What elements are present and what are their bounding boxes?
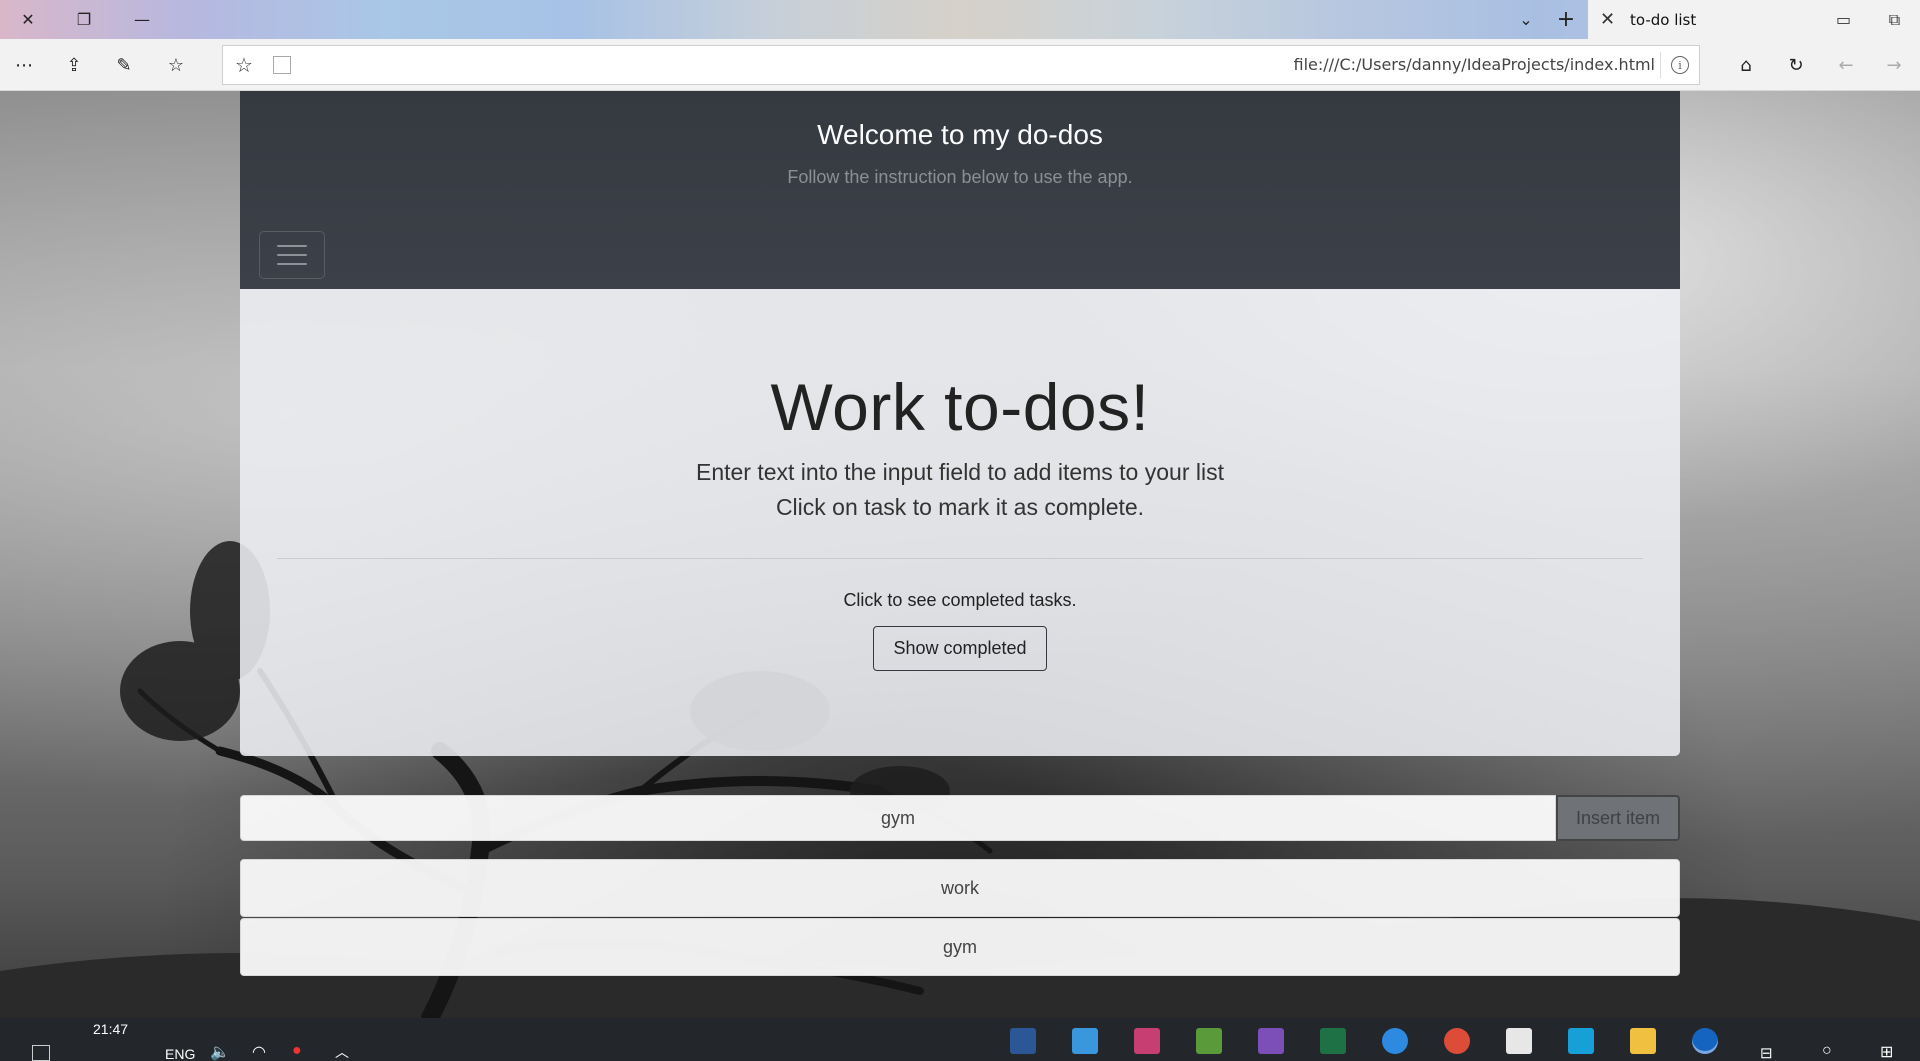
browser-toolbar: ⋯ ⇪ ✎ ☆ ☆ file:///C:/Users/danny/IdeaPro…: [0, 39, 1920, 91]
instruction-line-1: Enter text into the input field to add i…: [695, 459, 1224, 485]
store-icon[interactable]: [1506, 1028, 1532, 1054]
list-item[interactable]: work: [240, 859, 1680, 917]
wifi-icon[interactable]: ◠: [252, 1042, 266, 1061]
input-group: Insert item: [240, 795, 1680, 841]
restore-window-icon[interactable]: ❐: [58, 0, 110, 39]
more-options-icon[interactable]: ⋯: [8, 49, 40, 81]
reading-view-icon[interactable]: [273, 56, 291, 74]
browser-tab-strip: ✕ ❐ — ⌄ + ✕ to-do list ▭ ⧉: [0, 0, 1920, 39]
desktop-icon[interactable]: [32, 1045, 50, 1061]
tab-title: to-do list: [1630, 10, 1697, 29]
language-indicator[interactable]: ENG: [165, 1046, 195, 1061]
intellij-icon[interactable]: [1134, 1028, 1160, 1054]
list-item[interactable]: gym: [240, 918, 1680, 976]
site-info-icon[interactable]: i: [1671, 56, 1689, 74]
hamburger-line: [277, 245, 307, 247]
word-icon[interactable]: [1010, 1028, 1036, 1054]
address-separator: [1660, 52, 1661, 78]
lync-icon[interactable]: [1568, 1028, 1594, 1054]
header-panel: Welcome to my do-dos Follow the instruct…: [240, 91, 1680, 289]
back-arrow-icon[interactable]: ←: [1830, 49, 1862, 81]
insert-item-button[interactable]: Insert item: [1556, 795, 1680, 841]
show-hidden-icons-icon[interactable]: ︿: [335, 1042, 349, 1061]
windows-taskbar: 21:47 ENG 🔈 ◠ ● ︿ ⊟ ○ ⊞: [0, 1018, 1920, 1061]
url-text[interactable]: file:///C:/Users/danny/IdeaProjects/inde…: [1294, 46, 1655, 84]
close-tab-icon[interactable]: ✕: [1600, 9, 1630, 30]
nodejs-icon[interactable]: [1196, 1028, 1222, 1054]
vscode-icon[interactable]: [1072, 1028, 1098, 1054]
search-icon[interactable]: ○: [1822, 1042, 1832, 1060]
favorites-hub-icon[interactable]: ☆: [160, 49, 192, 81]
page-viewport: Welcome to my do-dos Follow the instruct…: [0, 91, 1920, 1018]
visual-studio-icon[interactable]: [1258, 1028, 1284, 1054]
battery-alert-icon[interactable]: ●: [292, 1042, 302, 1060]
tab-actions: ▭ ⧉: [1818, 0, 1920, 39]
clock-time[interactable]: 21:47: [93, 1021, 128, 1037]
jumbotron: Work to-dos! Enter text into the input f…: [240, 289, 1680, 756]
set-tabs-aside-icon[interactable]: ⧉: [1869, 0, 1920, 39]
tab-preview-icon[interactable]: ▭: [1818, 0, 1869, 39]
item-input[interactable]: [240, 795, 1556, 841]
start-windows-icon[interactable]: ⊞: [1880, 1042, 1893, 1061]
close-window-icon[interactable]: ✕: [2, 0, 54, 39]
divider: [277, 558, 1643, 559]
minimize-window-icon[interactable]: —: [116, 0, 168, 39]
instruction-line-2: Click on task to mark it as complete.: [775, 494, 1145, 520]
header-title: Welcome to my do-dos: [817, 119, 1103, 150]
share-icon[interactable]: ⇪: [58, 49, 90, 81]
hamburger-line: [277, 263, 307, 265]
internet-explorer-icon[interactable]: [1382, 1028, 1408, 1054]
show-completed-button[interactable]: Show completed: [873, 626, 1047, 671]
todo-list: work gym: [240, 859, 1680, 977]
add-favorite-star-icon[interactable]: ☆: [235, 53, 253, 77]
volume-icon[interactable]: 🔈: [210, 1042, 230, 1061]
edge-icon[interactable]: [1692, 1028, 1718, 1054]
navbar-toggle-button[interactable]: [259, 231, 325, 279]
address-bar[interactable]: ☆ file:///C:/Users/danny/IdeaProjects/in…: [222, 45, 1700, 85]
forward-arrow-icon[interactable]: →: [1878, 49, 1910, 81]
excel-icon[interactable]: [1320, 1028, 1346, 1054]
page-title: Work to-dos!: [770, 370, 1150, 444]
completed-note: Click to see completed tasks.: [843, 590, 1077, 610]
hamburger-line: [277, 254, 307, 256]
notes-pen-icon[interactable]: ✎: [108, 49, 140, 81]
home-icon[interactable]: ⌂: [1730, 49, 1762, 81]
file-explorer-icon[interactable]: [1630, 1028, 1656, 1054]
refresh-icon[interactable]: ↻: [1780, 49, 1812, 81]
new-tab-icon[interactable]: +: [1540, 0, 1592, 39]
tab-todo-list[interactable]: ✕ to-do list: [1588, 0, 1818, 39]
task-view-icon[interactable]: ⊟: [1760, 1044, 1773, 1061]
header-subtitle: Follow the instruction below to use the …: [787, 167, 1133, 187]
chrome-icon[interactable]: [1444, 1028, 1470, 1054]
